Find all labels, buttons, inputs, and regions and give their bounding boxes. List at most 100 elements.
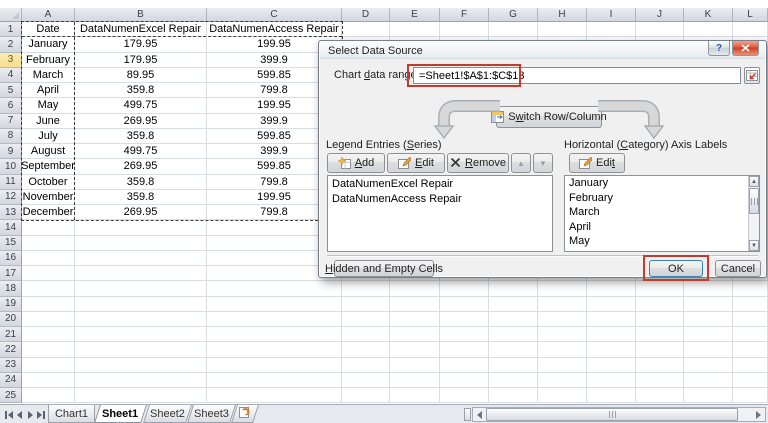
cell-A22[interactable] [22,342,75,358]
row-header-12[interactable]: 12 [0,189,22,205]
cell-F23[interactable] [440,357,489,373]
cell-B4[interactable]: 89.95 [75,67,207,83]
row-header-11[interactable]: 11 [0,174,22,190]
cell-A20[interactable] [22,311,75,327]
cell-G1[interactable] [489,22,538,38]
cell-G19[interactable] [489,296,538,312]
cell-F1[interactable] [440,22,489,38]
cell-J22[interactable] [636,342,684,358]
row-header-21[interactable]: 21 [0,327,22,343]
cell-D21[interactable] [342,327,390,343]
cell-A5[interactable]: April [22,83,75,99]
cell-L20[interactable] [733,311,768,327]
cell-D18[interactable] [342,281,390,297]
cell-K24[interactable] [684,372,733,388]
horizontal-scrollbar[interactable] [472,407,766,422]
cell-E18[interactable] [390,281,440,297]
cell-C19[interactable] [207,296,342,312]
cell-K18[interactable] [684,281,733,297]
row-header-8[interactable]: 8 [0,128,22,144]
col-header-E[interactable]: E [390,8,440,22]
cell-B18[interactable] [75,281,207,297]
dialog-titlebar[interactable]: Select Data Source [320,42,765,59]
cell-H1[interactable] [538,22,587,38]
cell-I18[interactable] [587,281,636,297]
cell-D24[interactable] [342,372,390,388]
cell-B14[interactable] [75,220,207,236]
last-sheet-button[interactable] [36,408,46,421]
cell-B11[interactable]: 359.8 [75,174,207,190]
cell-A8[interactable]: July [22,128,75,144]
cell-C25[interactable] [207,388,342,404]
cell-E20[interactable] [390,311,440,327]
cell-A21[interactable] [22,327,75,343]
cell-I25[interactable] [587,388,636,404]
row-header-6[interactable]: 6 [0,98,22,114]
cell-A1[interactable]: Date [22,22,75,38]
cell-E25[interactable] [390,388,440,404]
cell-J20[interactable] [636,311,684,327]
collapse-dialog-button[interactable] [744,67,760,84]
cell-J18[interactable] [636,281,684,297]
cell-H21[interactable] [538,327,587,343]
cell-G20[interactable] [489,311,538,327]
sheet-tab-sheet3[interactable]: Sheet3 [187,405,236,423]
cell-F19[interactable] [440,296,489,312]
cell-A24[interactable] [22,372,75,388]
cell-A12[interactable]: November [22,189,75,205]
cell-A17[interactable] [22,266,75,282]
select-all-corner[interactable] [0,8,22,22]
cell-H18[interactable] [538,281,587,297]
category-item[interactable]: January [565,176,748,191]
category-item[interactable]: February [565,191,748,206]
cell-B23[interactable] [75,357,207,373]
cell-L22[interactable] [733,342,768,358]
cell-A15[interactable] [22,235,75,251]
cell-A18[interactable] [22,281,75,297]
cell-I24[interactable] [587,372,636,388]
cell-J21[interactable] [636,327,684,343]
cell-D25[interactable] [342,388,390,404]
previous-sheet-button[interactable] [14,408,24,421]
add-series-button[interactable]: Add [327,153,385,173]
scroll-thumb[interactable] [749,188,759,214]
cell-A2[interactable]: January [22,37,75,53]
cancel-button[interactable]: Cancel [715,260,761,277]
cell-A3[interactable]: February [22,52,75,68]
tab-scrollbar-splitter[interactable] [464,408,471,421]
close-button[interactable] [732,41,759,56]
cell-A16[interactable] [22,250,75,266]
row-header-4[interactable]: 4 [0,67,22,83]
ok-button[interactable]: OK [649,260,703,277]
cell-A9[interactable]: August [22,144,75,160]
row-header-1[interactable]: 1 [0,22,22,38]
cell-B19[interactable] [75,296,207,312]
cell-A19[interactable] [22,296,75,312]
cell-B20[interactable] [75,311,207,327]
cell-E24[interactable] [390,372,440,388]
row-header-23[interactable]: 23 [0,357,22,373]
next-sheet-button[interactable] [25,408,35,421]
row-header-19[interactable]: 19 [0,296,22,312]
cell-F21[interactable] [440,327,489,343]
cell-E21[interactable] [390,327,440,343]
cell-B12[interactable]: 359.8 [75,189,207,205]
cell-A23[interactable] [22,357,75,373]
sheet-tab-sheet1[interactable]: Sheet1 [94,405,147,423]
category-item[interactable]: April [565,220,748,235]
cell-D22[interactable] [342,342,390,358]
cell-B13[interactable]: 269.95 [75,205,207,221]
cell-H24[interactable] [538,372,587,388]
cell-E19[interactable] [390,296,440,312]
cell-I19[interactable] [587,296,636,312]
cell-D1[interactable] [342,22,390,38]
cell-A14[interactable] [22,220,75,236]
cell-F25[interactable] [440,388,489,404]
row-header-5[interactable]: 5 [0,83,22,99]
category-listbox[interactable]: January February March April May ▲ ▼ [564,175,760,252]
cell-B8[interactable]: 359.8 [75,128,207,144]
cell-J25[interactable] [636,388,684,404]
cell-F24[interactable] [440,372,489,388]
col-header-I[interactable]: I [587,8,636,22]
cell-B7[interactable]: 269.95 [75,113,207,129]
